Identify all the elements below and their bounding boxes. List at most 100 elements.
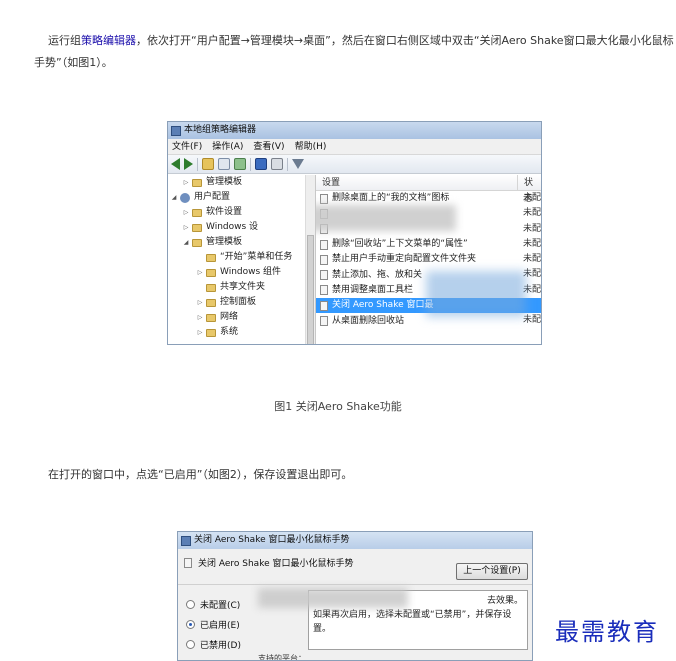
redaction-blur [258, 588, 408, 608]
previous-setting-button[interactable]: 上一个设置(P) [456, 563, 528, 580]
show-hide-tree-icon[interactable] [218, 158, 230, 170]
divider [178, 584, 532, 585]
dialog-heading: 关闭 Aero Shake 窗口最小化鼠标手势 [184, 556, 354, 569]
radio-enabled[interactable]: 已启用(E) [186, 618, 240, 631]
radio-disabled[interactable]: 已禁用(D) [186, 638, 241, 651]
scrollbar-thumb[interactable] [307, 235, 314, 344]
tree-item-label: 管理模板 [206, 237, 243, 247]
expand-arrow-icon[interactable]: ▷ [182, 205, 190, 220]
tree-item-label: 系统 [220, 327, 239, 337]
folder-icon [192, 208, 202, 217]
policy-row[interactable]: 删除“回收站”上下文菜单的“属性” 未配 [316, 237, 541, 252]
tree-item-label: 共享文件夹 [220, 282, 266, 292]
up-folder-icon[interactable] [202, 158, 214, 170]
policy-icon [320, 270, 328, 281]
policy-setting-cell: 删除“回收站”上下文菜单的“属性” [316, 237, 518, 252]
tree-item[interactable]: ▷ 网络 [168, 310, 315, 325]
expand-arrow-icon[interactable]: ▷ [196, 325, 204, 340]
tree-item[interactable]: ▷ 管理模板 [168, 175, 315, 190]
editor-panes: ▷ 管理模板 ◢ 用户配置 ▷ 软件设置 ▷ Windows 设 ◢ 管理模板 “开始”菜单和任务 ▷… [168, 175, 541, 344]
expand-arrow-icon[interactable]: ◢ [170, 190, 178, 205]
help-icon[interactable] [255, 158, 267, 170]
tree-item[interactable]: ▷ 软件设置 [168, 205, 315, 220]
expand-arrow-icon[interactable]: ▷ [196, 310, 204, 325]
policy-setting-cell: 禁止用户手动重定向配置文件文件夹 [316, 252, 518, 267]
toolbar-separator [250, 157, 251, 171]
policy-dialog-screenshot: 关闭 Aero Shake 窗口最小化鼠标手势 关闭 Aero Shake 窗口… [177, 531, 533, 661]
radio-not-configured[interactable]: 未配置(C) [186, 598, 240, 611]
radio-icon[interactable] [186, 640, 195, 649]
forward-arrow-icon[interactable] [184, 158, 193, 170]
folder-icon [192, 223, 202, 232]
toolbar-separator [287, 157, 288, 171]
policy-icon [184, 557, 192, 568]
article-paragraph-1: 运行组策略编辑器，依次打开“用户配置→管理模块→桌面”，然后在窗口右侧区域中双击… [34, 30, 674, 74]
radio-icon[interactable] [186, 600, 195, 609]
policy-icon [320, 193, 328, 204]
editor-menubar: 文件(F) 操作(A) 查看(V) 帮助(H) [168, 139, 541, 155]
tree-item[interactable]: ▷ 系统 [168, 325, 315, 340]
back-arrow-icon[interactable] [171, 158, 180, 170]
policy-row[interactable]: 删除桌面上的“我的文档”图标 未配 [316, 191, 541, 206]
policy-setting-cell: 删除桌面上的“我的文档”图标 [316, 191, 518, 206]
folder-icon [206, 328, 216, 337]
tree-item-label: “开始”菜单和任务 [220, 252, 293, 262]
policy-state-cell: 未配 [523, 238, 541, 249]
policy-row[interactable]: 禁止用户手动重定向配置文件文件夹 未配 [316, 252, 541, 267]
supported-platforms-label: 支持的平台： [258, 654, 306, 661]
policy-editor-screenshot: 本地组策略编辑器 文件(F) 操作(A) 查看(V) 帮助(H) ▷ 管理模板 ◢ 用… [167, 121, 542, 345]
tree-item[interactable]: ◢ 管理模板 [168, 235, 315, 250]
policy-icon [320, 239, 328, 250]
tree-item-label: Windows 组件 [220, 267, 282, 277]
expand-arrow-icon[interactable]: ▷ [196, 265, 204, 280]
toolbar-separator [197, 157, 198, 171]
comment-line: 如果再次启用，选择未配置或“已禁用”，并保存设置。 [313, 610, 512, 634]
expand-arrow-icon[interactable]: ◢ [182, 235, 190, 250]
tree-item[interactable]: ▷ Windows 组件 [168, 265, 315, 280]
expand-arrow-icon[interactable]: ▷ [182, 220, 190, 235]
menu-view[interactable]: 查看(V) [253, 139, 284, 154]
policy-icon [320, 300, 328, 311]
tree-item-label: Windows 设 [206, 222, 259, 232]
policy-state-cell: 未配 [523, 254, 541, 265]
user-icon [180, 192, 190, 203]
column-header-setting[interactable]: 设置 [316, 175, 518, 190]
dialog-titlebar: 关闭 Aero Shake 窗口最小化鼠标手势 [178, 532, 532, 549]
folder-icon [206, 298, 216, 307]
properties-icon[interactable] [271, 158, 283, 170]
export-list-icon[interactable] [234, 158, 246, 170]
redaction-blur [316, 205, 456, 231]
expand-arrow-icon[interactable]: ▷ [196, 295, 204, 310]
tree-item[interactable]: 共享文件夹 [168, 280, 315, 295]
menu-action[interactable]: 操作(A) [212, 139, 243, 154]
expand-arrow-icon[interactable]: ▷ [182, 175, 190, 190]
paragraph-text: 运行组 [48, 34, 81, 47]
policy-list: 设置 状态 删除桌面上的“我的文档”图标 未配 未配 未配 删除“回收站”上下文菜单的“… [316, 175, 541, 344]
redaction-blur [426, 271, 526, 317]
tree-item[interactable]: “开始”菜单和任务 [168, 250, 315, 265]
folder-icon [192, 238, 202, 247]
menu-file[interactable]: 文件(F) [172, 139, 202, 154]
policy-label: 删除“回收站”上下文菜单的“属性” [332, 239, 468, 250]
policy-editor-link[interactable]: 策略编辑器 [81, 34, 136, 47]
tree-item[interactable]: ▷ 控制面板 [168, 295, 315, 310]
dialog-heading-text: 关闭 Aero Shake 窗口最小化鼠标手势 [198, 559, 354, 569]
tree-item[interactable]: ◢ 用户配置 [168, 190, 315, 205]
policy-label: 禁止用户手动重定向配置文件文件夹 [332, 254, 477, 265]
tree-item-label: 管理模板 [206, 177, 243, 187]
navigation-tree: ▷ 管理模板 ◢ 用户配置 ▷ 软件设置 ▷ Windows 设 ◢ 管理模板 “开始”菜单和任务 ▷… [168, 175, 316, 344]
tree-scrollbar[interactable] [305, 175, 315, 344]
folder-icon [206, 268, 216, 277]
filter-icon[interactable] [292, 159, 304, 169]
menu-help[interactable]: 帮助(H) [295, 139, 327, 154]
folder-icon [206, 253, 216, 262]
radio-icon[interactable] [186, 620, 195, 629]
tree-item[interactable]: ▷ Windows 设 [168, 220, 315, 235]
tree-item-label: 用户配置 [194, 192, 231, 202]
policy-state-cell: 未配 [523, 193, 541, 203]
app-icon [171, 125, 181, 136]
folder-icon [192, 178, 202, 187]
column-header-state[interactable]: 状态 [518, 175, 541, 204]
dialog-title: 关闭 Aero Shake 窗口最小化鼠标手势 [194, 535, 350, 545]
figure-caption-1: 图1 关闭Aero Shake功能 [274, 400, 402, 413]
